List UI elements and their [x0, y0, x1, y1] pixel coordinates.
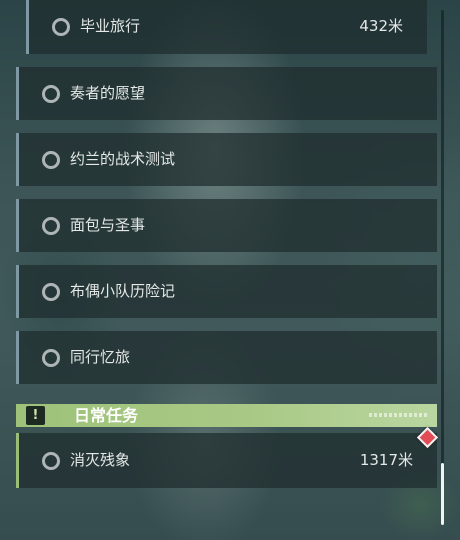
quest-status-circle-icon: [42, 84, 60, 103]
quest-label: 同行忆旅: [70, 348, 131, 366]
quest-item-companion-memories[interactable]: 同行忆旅: [16, 331, 437, 384]
quest-item-tactical-test[interactable]: 约兰的战术测试: [16, 133, 437, 186]
quest-item-puppet-squad[interactable]: 布偶小队历险记: [16, 265, 437, 318]
quest-label: 毕业旅行: [80, 17, 141, 35]
quest-distance: 432米: [359, 17, 403, 35]
quest-status-circle-icon: [42, 216, 60, 235]
quest-label: 面包与圣事: [70, 216, 146, 234]
quest-status-circle-icon: [52, 18, 70, 36]
section-title: 日常任务: [74, 406, 139, 425]
quest-status-circle-icon: [42, 282, 60, 301]
daily-tasks-header[interactable]: ! 日常任务: [16, 404, 437, 427]
quest-item-graduation-trip[interactable]: 毕业旅行 432米: [26, 0, 427, 54]
quest-label: 布偶小队历险记: [70, 282, 176, 300]
quest-distance: 1317米: [359, 451, 413, 469]
scrollbar-thumb[interactable]: [441, 463, 444, 525]
quest-label: 奏者的愿望: [70, 84, 146, 102]
quest-item-bread-and-sacrament[interactable]: 面包与圣事: [16, 199, 437, 252]
quest-status-circle-icon: [42, 348, 60, 367]
quest-item-eliminate-echoes[interactable]: 消灭残象 1317米: [16, 433, 437, 488]
header-decoration: [369, 413, 427, 417]
quest-label: 约兰的战术测试: [70, 150, 176, 168]
quest-label: 消灭残象: [70, 451, 131, 469]
quest-status-circle-icon: [42, 150, 60, 169]
exclamation-box-icon: !: [26, 406, 45, 425]
quest-item-player-wish[interactable]: 奏者的愿望: [16, 67, 437, 120]
scrollbar-track[interactable]: [441, 10, 444, 525]
quest-status-circle-icon: [42, 451, 60, 470]
